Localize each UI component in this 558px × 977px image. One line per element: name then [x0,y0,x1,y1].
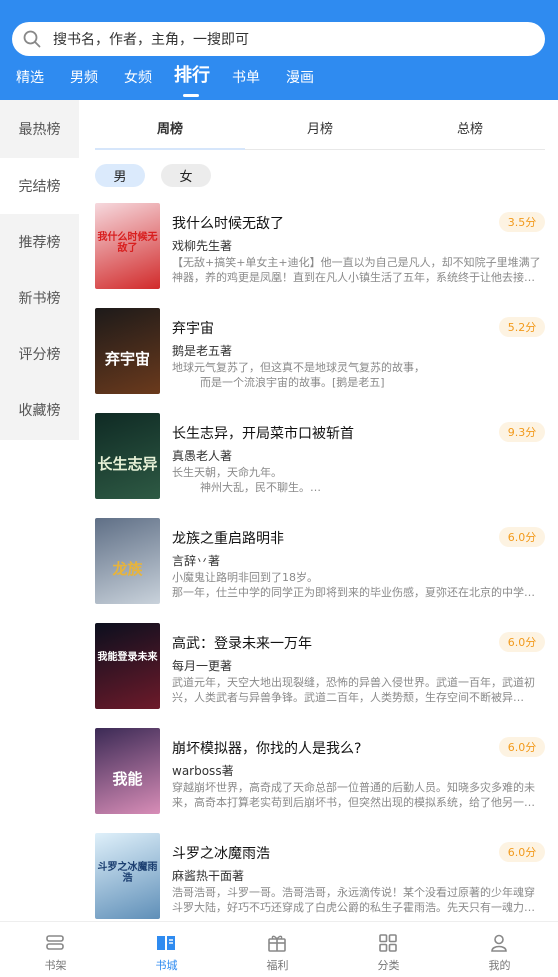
search-icon [23,30,41,48]
book-item[interactable]: 我什么时候无敌了 我什么时候无敌了 戏柳先生著 【无敌+搞笑+单女主+迪化】他一直以为… [95,203,545,299]
book-title[interactable]: 斗罗之冰魔雨浩 [172,843,270,863]
nav-welfare[interactable]: 福利 [222,922,333,977]
book-cover[interactable]: 我能登录未来 [95,623,160,709]
book-score-badge: 6.0分 [499,737,545,757]
nav-profile[interactable]: 我的 [444,922,555,977]
book-cover[interactable]: 我什么时候无敌了 [95,203,160,289]
gift-icon [268,935,286,952]
side-item-favorites[interactable]: 收藏榜 [0,382,79,438]
book-score-badge: 6.0分 [499,632,545,652]
book-item[interactable]: 弃宇宙 弃宇宙 鹅是老五著 地球元气复苏了，但这真不是地球灵气复苏的故事， 而是一个流… [95,308,545,404]
book-description: 武道元年，天空大地出现裂缝，恐怖的异兽入侵世界。武道一百年，武道初兴，人类武者与… [172,676,535,704]
tab-booklist[interactable]: 书单 [232,68,260,88]
nav-profile-label: 我的 [488,959,511,972]
nav-welfare-label: 福利 [266,959,289,972]
book-cover[interactable]: 我能 [95,728,160,814]
tab-female[interactable]: 女频 [124,68,152,88]
book-cover-title: 弃宇宙 [104,350,150,368]
tab-indicator [183,94,199,97]
book-title[interactable]: 崩坏模拟器，你找的人是我么? [172,738,361,758]
book-description: 穿越崩坏世界，高奇成了天命总部一位普通的后勤人员。知晓多灾多难的未来，高奇本打算… [172,781,535,809]
side-item-new[interactable]: 新书榜 [0,270,79,326]
book-description: 小魔鬼让路明非回到了18岁。 那一年，仕兰中学的同学正为即将到来的毕业伤感，夏弥… [172,571,535,599]
bottom-nav: 书架 书城 福利 分类 我的 [0,921,558,976]
book-item[interactable]: 龙族 龙族之重启路明非言辞丷著小魔鬼让路明非回到了18岁。 那一年，仕兰中学的同学… [95,518,545,614]
book-description: 地球元气复苏了，但这真不是地球灵气复苏的故事， 而是一个流浪宇宙的故事。[鹅是老… [172,361,425,389]
search-input[interactable]: 搜书名，作者，主角，一搜即可 [53,31,249,49]
book-item[interactable]: 我能登录未来 高武：登录未来一万年每月一更著武道元年，天空大地出现裂缝，恐怖的异兽… [95,623,545,719]
side-item-recommended[interactable]: 推荐榜 [0,214,79,270]
book-description: 【无敌+搞笑+单女主+迪化】他一直以为自己是凡人，却不知院子里堆满了神器，养的鸡… [172,256,541,284]
book-author: 戏柳先生著 [172,239,233,253]
book-author: 鹅是老五著 [172,344,233,358]
book-author: 真愚老人著 [172,449,233,463]
book-cover-title: 我什么时候无敌了 [97,232,158,254]
book-item[interactable]: 我能 崩坏模拟器，你找的人是我么? warboss著穿越崩坏世界，高奇成了天命总部一… [95,728,545,824]
book-store-icon [157,936,175,950]
book-cover[interactable]: 斗罗之冰魔雨浩 [95,833,160,919]
nav-category-label: 分类 [377,959,400,972]
nav-category[interactable]: 分类 [333,922,444,977]
tab-monthly[interactable]: 月榜 [307,118,333,137]
book-title[interactable]: 高武：登录未来一万年 [172,633,312,653]
book-author: 麻酱热干面著 [172,869,245,883]
book-cover-title: 长生志异 [97,455,158,473]
book-cover[interactable]: 龙族 [95,518,160,604]
book-item[interactable]: 斗罗之冰魔雨浩 斗罗之冰魔雨浩 麻酱热干面著 浩哥浩哥，斗罗一哥。浩哥浩哥，永远滴传说… [95,833,545,929]
tab-overall[interactable]: 总榜 [457,118,483,137]
book-item[interactable]: 长生志异 长生志异，开局菜市口被斩首真愚老人著长生天朝，天命九年。 神州大乱，民不… [95,413,545,509]
book-description: 长生天朝，天命九年。 神州大乱，民不聊生。… [172,466,321,494]
category-grid-icon [379,934,397,952]
gender-male-chip[interactable]: 男 [95,164,145,187]
book-score-badge: 9.3分 [499,422,545,442]
side-item-completed[interactable]: 完结榜 [0,158,79,214]
nav-bookstore[interactable]: 书城 [111,922,222,977]
book-cover[interactable]: 长生志异 [95,413,160,499]
tab-male[interactable]: 男频 [70,68,98,88]
book-title[interactable]: 我什么时候无敌了 [172,213,284,233]
book-author: warboss著 [172,764,234,778]
book-title[interactable]: 龙族之重启路明非 [172,528,284,548]
nav-bookshelf[interactable]: 书架 [0,922,111,977]
book-cover-title: 龙族 [112,560,143,578]
user-icon [491,934,507,952]
tab-featured[interactable]: 精选 [16,68,44,88]
book-cover[interactable]: 弃宇宙 [95,308,160,394]
book-cover-title: 斗罗之冰魔雨浩 [97,862,158,884]
side-item-hottest[interactable]: 最热榜 [0,100,79,158]
book-cover-title: 我能登录未来 [97,652,158,663]
bookshelf-icon [46,935,64,950]
gender-female-chip[interactable]: 女 [161,164,211,187]
book-author: 每月一更著 [172,659,233,673]
tab-comics[interactable]: 漫画 [286,68,314,88]
book-score-badge: 6.0分 [499,527,545,547]
tab-weekly[interactable]: 周榜 [157,118,183,137]
book-title[interactable]: 长生志异，开局菜市口被斩首 [172,423,354,443]
book-score-badge: 5.2分 [499,317,545,337]
tab-ranking[interactable]: 排行 [174,66,210,86]
book-score-badge: 3.5分 [499,212,545,232]
book-score-badge: 6.0分 [499,842,545,862]
nav-bookshelf-label: 书架 [44,959,67,972]
nav-bookstore-label: 书城 [155,959,178,972]
book-cover-title: 我能 [112,770,143,788]
book-description: 浩哥浩哥，斗罗一哥。浩哥浩哥，永远滴传说！某个没看过原著的少年魂穿斗罗大陆，好巧… [172,886,535,914]
book-title[interactable]: 弃宇宙 [172,318,214,338]
book-author: 言辞丷著 [172,554,221,568]
side-item-rating[interactable]: 评分榜 [0,326,79,382]
rank-tab-indicator [95,148,245,150]
